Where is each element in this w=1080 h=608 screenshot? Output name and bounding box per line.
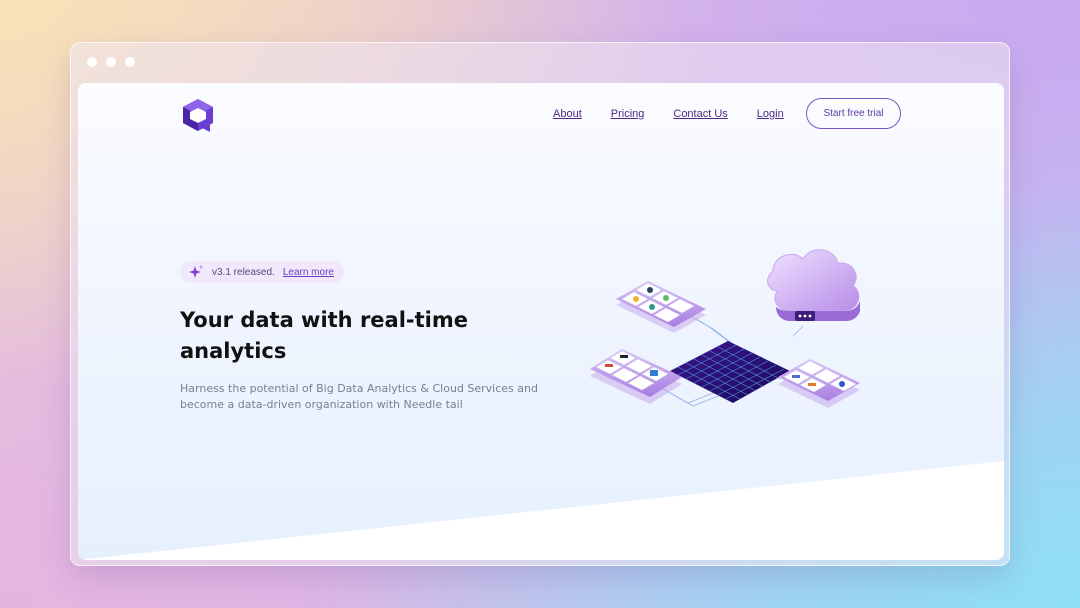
nav-about-link[interactable]: About [553,108,582,120]
sparkle-icon [189,265,203,278]
window-dot [87,57,97,67]
window-controls [87,57,135,67]
nav-login-link[interactable]: Login [757,108,784,120]
start-free-trial-button[interactable]: Start free trial [806,98,901,129]
browser-window: About Pricing Contact Us Login Start fre… [70,42,1010,566]
page-viewport: About Pricing Contact Us Login Start fre… [78,83,1004,560]
nav-pricing-link[interactable]: Pricing [611,108,645,120]
hero-subtitle: Harness the potential of Big Data Analyt… [180,382,538,411]
hero-title: Your data with real-time analytics [180,308,468,363]
window-dot [125,57,135,67]
needle-tail-logo-icon[interactable] [180,97,216,133]
main-nav: About Pricing Contact Us Login [553,108,813,120]
release-badge: v3.1 released. Learn more [180,261,344,283]
nav-contact-link[interactable]: Contact Us [673,108,727,120]
release-version-text: v3.1 released. [212,266,275,278]
learn-more-link[interactable]: Learn more [283,267,334,278]
cloud-data-grid-illustration [590,249,860,408]
window-dot [106,57,116,67]
